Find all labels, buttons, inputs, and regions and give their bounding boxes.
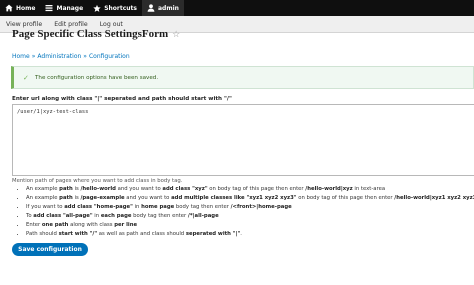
help-list-item: If you want to add class "home-page" in … [26, 203, 474, 212]
help-list-item: Path should start with "/" as well as pa… [26, 230, 474, 239]
menu-icon [45, 4, 53, 12]
toolbar-shortcuts[interactable]: Shortcuts [88, 0, 142, 16]
breadcrumb-administration[interactable]: Administration [37, 53, 81, 60]
help-text-segment: Enter [26, 222, 42, 229]
field-label: Enter url along with class "|" seperated… [12, 96, 232, 102]
help-text-segment: in text-area [352, 186, 386, 192]
help-text-segment: along with class [68, 222, 115, 229]
save-configuration-button[interactable]: Save configuration [12, 243, 88, 256]
help-emphasis: add class "home-page" [64, 204, 133, 211]
toolbar-manage-label: Manage [56, 4, 84, 12]
help-emphasis: one path [41, 222, 69, 229]
tab-log-out[interactable]: Log out [94, 21, 129, 28]
help-emphasis: /hello-world|xyz1 xyz2 xyz3 [394, 195, 474, 202]
help-emphasis: seperated with "|" [185, 231, 241, 238]
toolbar-shortcuts-label: Shortcuts [104, 4, 137, 12]
help-emphasis: /hello-world|xyz [305, 186, 353, 192]
help-text-segment: body tag then enter [174, 204, 231, 211]
help-emphasis: start with "/" [58, 231, 98, 238]
help-emphasis: per line [114, 222, 138, 229]
url-class-textarea[interactable]: /user/1|xyz-test-class [12, 104, 474, 176]
help-emphasis: /page-example [80, 195, 125, 202]
breadcrumb-home[interactable]: Home [12, 53, 30, 60]
admin-toolbar: Home Manage Shortcuts admin [0, 0, 474, 16]
help-emphasis: add class "all-page" [33, 213, 93, 220]
help-emphasis: path [59, 195, 73, 202]
tab-edit-profile[interactable]: Edit profile [48, 21, 94, 28]
help-text-segment: If you want to [26, 204, 65, 211]
help-text-segment: on body tag of this page then enter [207, 186, 306, 192]
page-title: Page Specific Class SettingsForm [12, 28, 169, 40]
user-icon [147, 4, 155, 12]
shortcut-star-icon[interactable]: ☆ [172, 29, 180, 40]
help-emphasis: add multiple classes like "xyz1 xyz2 xyz… [171, 195, 297, 202]
check-icon: ✓ [23, 73, 29, 82]
help-text-segment: body tag then enter [131, 213, 188, 220]
help-text-segment: Path should [26, 231, 59, 238]
help-intro: Mention path of pages where you want to … [12, 178, 183, 184]
help-text-segment: An example [26, 186, 60, 192]
star-icon [93, 4, 101, 12]
help-list-item: An example path is /page-example and you… [26, 194, 474, 203]
help-emphasis: each page [100, 213, 132, 220]
status-text: The configuration options have been save… [35, 74, 159, 81]
status-message: ✓ The configuration options have been sa… [11, 66, 474, 89]
help-emphasis: /*|all-page [187, 213, 219, 220]
help-list-item: An example path is /hello-world and you … [26, 185, 474, 194]
help-emphasis: add class "xyz" [162, 186, 208, 192]
help-list: An example path is /hello-world and you … [18, 185, 474, 240]
help-text-segment: and you want to [124, 195, 172, 202]
help-emphasis: path [59, 186, 73, 192]
toolbar-user[interactable]: admin [142, 0, 184, 16]
help-text-segment: on body tag of this page then enter [296, 195, 395, 202]
breadcrumb-separator: » [31, 53, 36, 60]
help-emphasis: home page [141, 204, 175, 211]
help-list-item: To add class "all-page" in each page bod… [26, 212, 474, 221]
toolbar-user-label: admin [158, 4, 179, 12]
help-text-segment: An example [26, 195, 60, 202]
home-icon [5, 4, 13, 12]
help-list-item: Enter one path along with class per line [26, 221, 474, 230]
help-text-segment: and you want to [115, 186, 163, 192]
tab-view-profile[interactable]: View profile [0, 21, 48, 28]
help-text-segment: in [92, 213, 101, 220]
help-text-segment: . [240, 231, 242, 238]
toolbar-home[interactable]: Home [0, 0, 40, 16]
toolbar-manage[interactable]: Manage [40, 0, 88, 16]
page-title-row: Page Specific Class SettingsForm ☆ [12, 28, 180, 40]
breadcrumb-configuration[interactable]: Configuration [89, 53, 130, 60]
help-text-segment: as well as path and class should [97, 231, 186, 238]
toolbar-home-label: Home [16, 4, 36, 12]
help-emphasis: /<front>|home-page [230, 204, 292, 211]
help-emphasis: /hello-world [80, 186, 116, 192]
breadcrumb: Home » Administration » Configuration [12, 53, 130, 60]
help-text-segment: in [132, 204, 142, 211]
breadcrumb-separator: » [83, 53, 87, 60]
